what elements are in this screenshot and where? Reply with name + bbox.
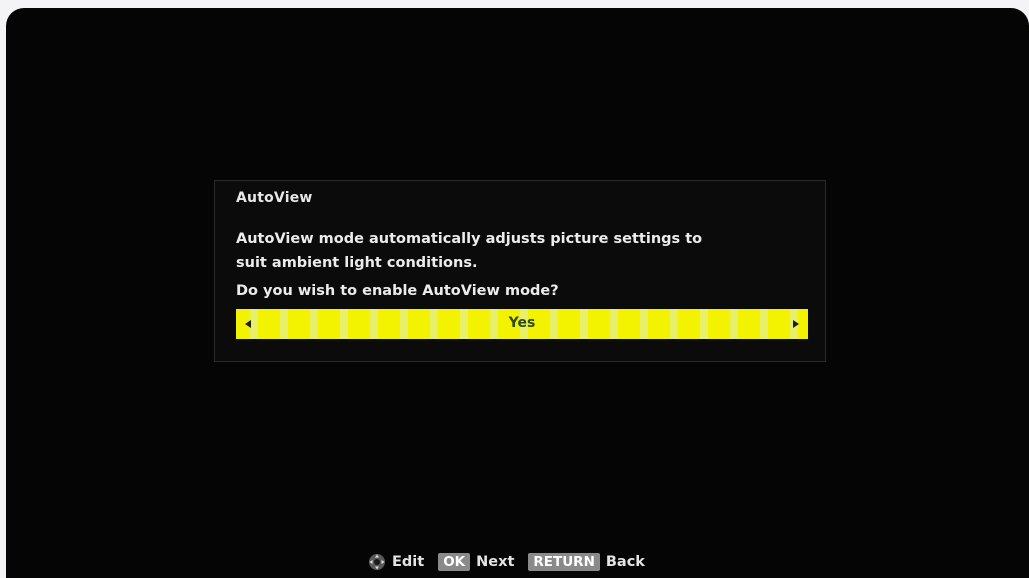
dialog-description-line2: suit ambient light conditions. <box>236 255 478 271</box>
return-key-badge[interactable]: RETURN <box>528 553 600 571</box>
autoview-dialog: AutoView AutoView mode automatically adj… <box>214 180 826 362</box>
back-label: Back <box>605 554 645 570</box>
dialog-description-line1: AutoView mode automatically adjusts pict… <box>236 231 703 247</box>
edit-label: Edit <box>392 554 425 570</box>
yes-no-selector[interactable]: Yes <box>236 309 808 339</box>
triangle-right-icon[interactable] <box>793 320 799 328</box>
selector-value: Yes <box>508 315 536 331</box>
ok-key-badge[interactable]: OK <box>438 553 471 571</box>
dialog-question: Do you wish to enable AutoView mode? <box>236 283 559 299</box>
footer-hints: Edit OK Next RETURN Back <box>368 550 645 574</box>
dpad-icon <box>368 553 386 571</box>
tv-screen: AutoView AutoView mode automatically adj… <box>6 8 1029 578</box>
next-label: Next <box>476 554 515 570</box>
dialog-title: AutoView <box>236 190 313 206</box>
